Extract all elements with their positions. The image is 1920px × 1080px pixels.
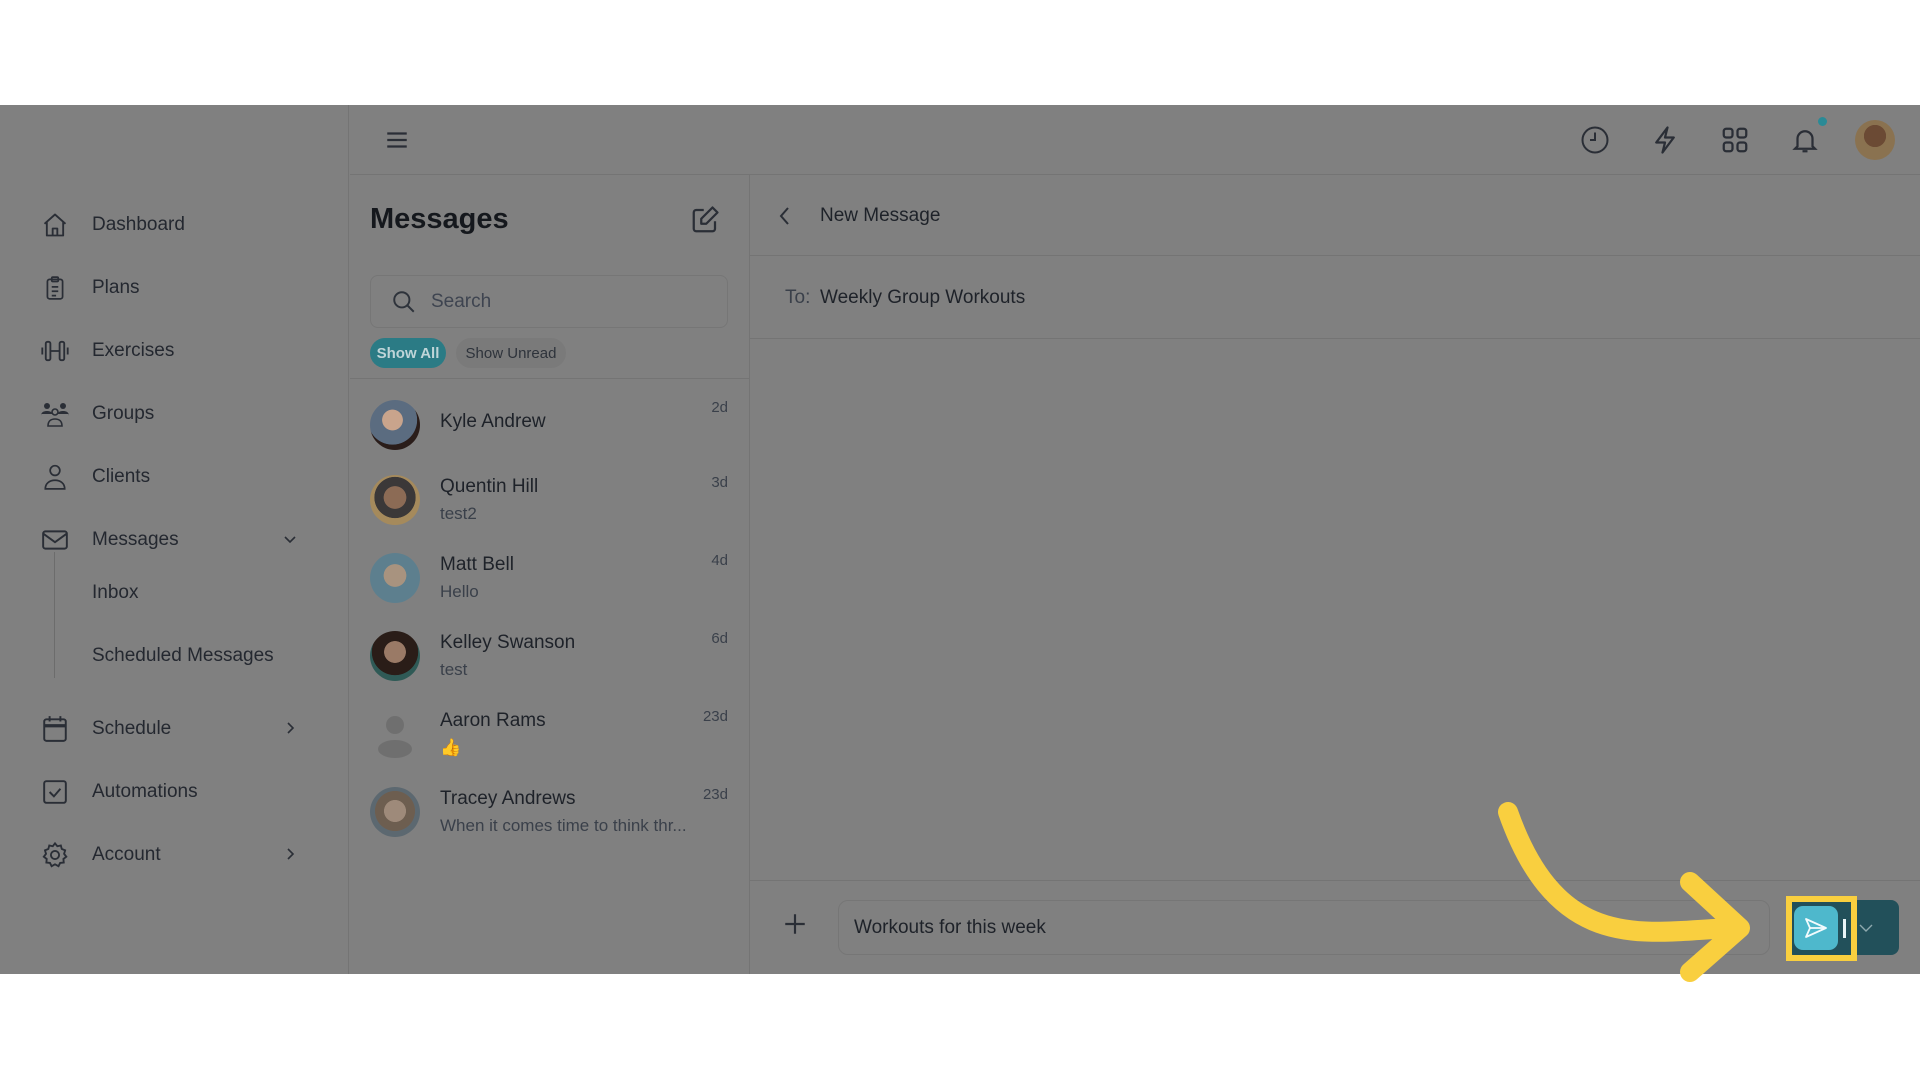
avatar xyxy=(370,631,420,681)
submenu-line xyxy=(54,552,55,678)
conversation-name: Aaron Rams xyxy=(440,710,546,731)
sidebar-item-label: Account xyxy=(92,844,161,865)
compose-title: New Message xyxy=(820,205,941,226)
conversation-item[interactable]: Kyle Andrew 2d xyxy=(370,395,728,455)
sidebar-item-label: Schedule xyxy=(92,718,172,739)
conversation-time: 6d xyxy=(711,630,728,647)
top-bar xyxy=(350,105,1920,175)
dumbbell-icon xyxy=(40,336,70,366)
lightning-icon[interactable] xyxy=(1650,125,1680,155)
compose-icon[interactable] xyxy=(690,205,720,235)
user-avatar[interactable] xyxy=(1855,120,1895,160)
conversation-name: Matt Bell xyxy=(440,554,514,575)
sidebar-item-clients[interactable]: Clients xyxy=(40,457,310,497)
conversation-time: 23d xyxy=(702,786,728,803)
conversation-item[interactable]: Aaron Rams 👍 23d xyxy=(370,704,728,764)
conversation-item[interactable]: Matt Bell Hello 4d xyxy=(370,548,728,608)
message-input[interactable] xyxy=(838,900,1770,955)
composer-bar xyxy=(750,880,1920,974)
conversation-preview: 👍 xyxy=(440,738,462,757)
sidebar-item-automations[interactable]: Automations xyxy=(40,772,310,812)
sidebar-item-label: Automations xyxy=(92,781,198,802)
menu-icon[interactable] xyxy=(384,127,410,153)
chevron-right-icon xyxy=(287,722,295,734)
conversation-time: 23d xyxy=(702,708,728,725)
bell-icon[interactable] xyxy=(1790,125,1820,155)
clipboard-icon xyxy=(40,273,70,303)
user-icon xyxy=(40,462,70,492)
back-chevron-icon[interactable] xyxy=(776,205,794,227)
sidebar-item-schedule[interactable]: Schedule xyxy=(40,709,310,749)
sidebar-item-messages[interactable]: Messages xyxy=(40,520,310,560)
sidebar-item-label: Exercises xyxy=(92,340,175,361)
grid-icon[interactable] xyxy=(1720,125,1750,155)
conversation-name: Kyle Andrew xyxy=(440,411,546,432)
sidebar-item-inbox[interactable]: Inbox xyxy=(92,582,138,604)
send-options-chevron-icon[interactable] xyxy=(1856,918,1876,938)
conversation-name: Tracey Andrews xyxy=(440,788,576,809)
conversation-list-panel: Messages Search Show All Show Unread Kyl… xyxy=(350,175,750,974)
sidebar-item-label: Clients xyxy=(92,466,151,487)
divider xyxy=(350,378,749,379)
avatar xyxy=(370,475,420,525)
add-attachment-icon[interactable] xyxy=(782,911,808,937)
sidebar-item-dashboard[interactable]: Dashboard xyxy=(40,205,310,245)
sidebar: Dashboard Plans Exercises Groups Clients… xyxy=(0,105,349,974)
chevron-right-icon xyxy=(287,848,295,860)
conversation-item[interactable]: Kelley Swanson test 6d xyxy=(370,626,728,686)
avatar-placeholder xyxy=(370,709,420,759)
message-compose-panel: New Message To: Weekly Group Workouts xyxy=(750,175,1920,974)
page-title: Messages xyxy=(370,203,509,235)
mail-icon xyxy=(40,525,70,555)
conversation-item[interactable]: Tracey Andrews When it comes time to thi… xyxy=(370,782,728,842)
filter-show-all[interactable]: Show All xyxy=(370,338,446,368)
conversation-preview: test xyxy=(440,660,468,679)
conversation-item[interactable]: Quentin Hill test2 3d xyxy=(370,470,728,530)
checkbox-icon xyxy=(40,777,70,807)
divider xyxy=(750,255,1920,256)
sidebar-item-exercises[interactable]: Exercises xyxy=(40,331,310,371)
to-label: To: xyxy=(785,287,811,308)
conversation-time: 4d xyxy=(711,552,728,569)
sidebar-item-label: Messages xyxy=(92,529,179,550)
app-window: Dashboard Plans Exercises Groups Clients… xyxy=(0,105,1920,974)
avatar xyxy=(370,787,420,837)
sidebar-item-account[interactable]: Account xyxy=(40,835,310,875)
avatar xyxy=(370,400,420,450)
recipient-field[interactable]: Weekly Group Workouts xyxy=(820,287,1025,309)
sidebar-item-plans[interactable]: Plans xyxy=(40,268,310,308)
send-button-group xyxy=(1786,900,1899,955)
sidebar-item-scheduled-messages[interactable]: Scheduled Messages xyxy=(92,645,274,667)
gear-icon xyxy=(40,840,70,870)
search-input[interactable]: Search xyxy=(370,275,728,328)
conversation-preview: test2 xyxy=(440,504,477,523)
search-icon xyxy=(393,291,415,313)
search-placeholder: Search xyxy=(431,291,492,312)
sidebar-item-groups[interactable]: Groups xyxy=(40,394,310,434)
divider xyxy=(750,338,1920,339)
clock-icon[interactable] xyxy=(1580,125,1610,155)
groups-icon xyxy=(40,399,70,429)
send-button[interactable] xyxy=(1794,906,1838,950)
avatar xyxy=(370,553,420,603)
sidebar-item-label: Dashboard xyxy=(92,214,185,235)
conversation-time: 3d xyxy=(711,474,728,491)
sidebar-item-label: Plans xyxy=(92,277,140,298)
conversation-preview: When it comes time to think thr... xyxy=(440,816,687,835)
send-icon xyxy=(1805,918,1827,938)
calendar-icon xyxy=(40,714,70,744)
home-icon xyxy=(40,210,70,240)
notification-dot xyxy=(1818,117,1827,126)
conversation-name: Quentin Hill xyxy=(440,476,539,497)
chevron-down-icon xyxy=(284,536,296,544)
sidebar-item-label: Groups xyxy=(92,403,155,424)
text-cursor xyxy=(1843,919,1846,938)
conversation-name: Kelley Swanson xyxy=(440,632,576,653)
conversation-preview: Hello xyxy=(440,582,479,601)
filter-show-unread[interactable]: Show Unread xyxy=(456,338,566,368)
conversation-time: 2d xyxy=(711,399,728,416)
